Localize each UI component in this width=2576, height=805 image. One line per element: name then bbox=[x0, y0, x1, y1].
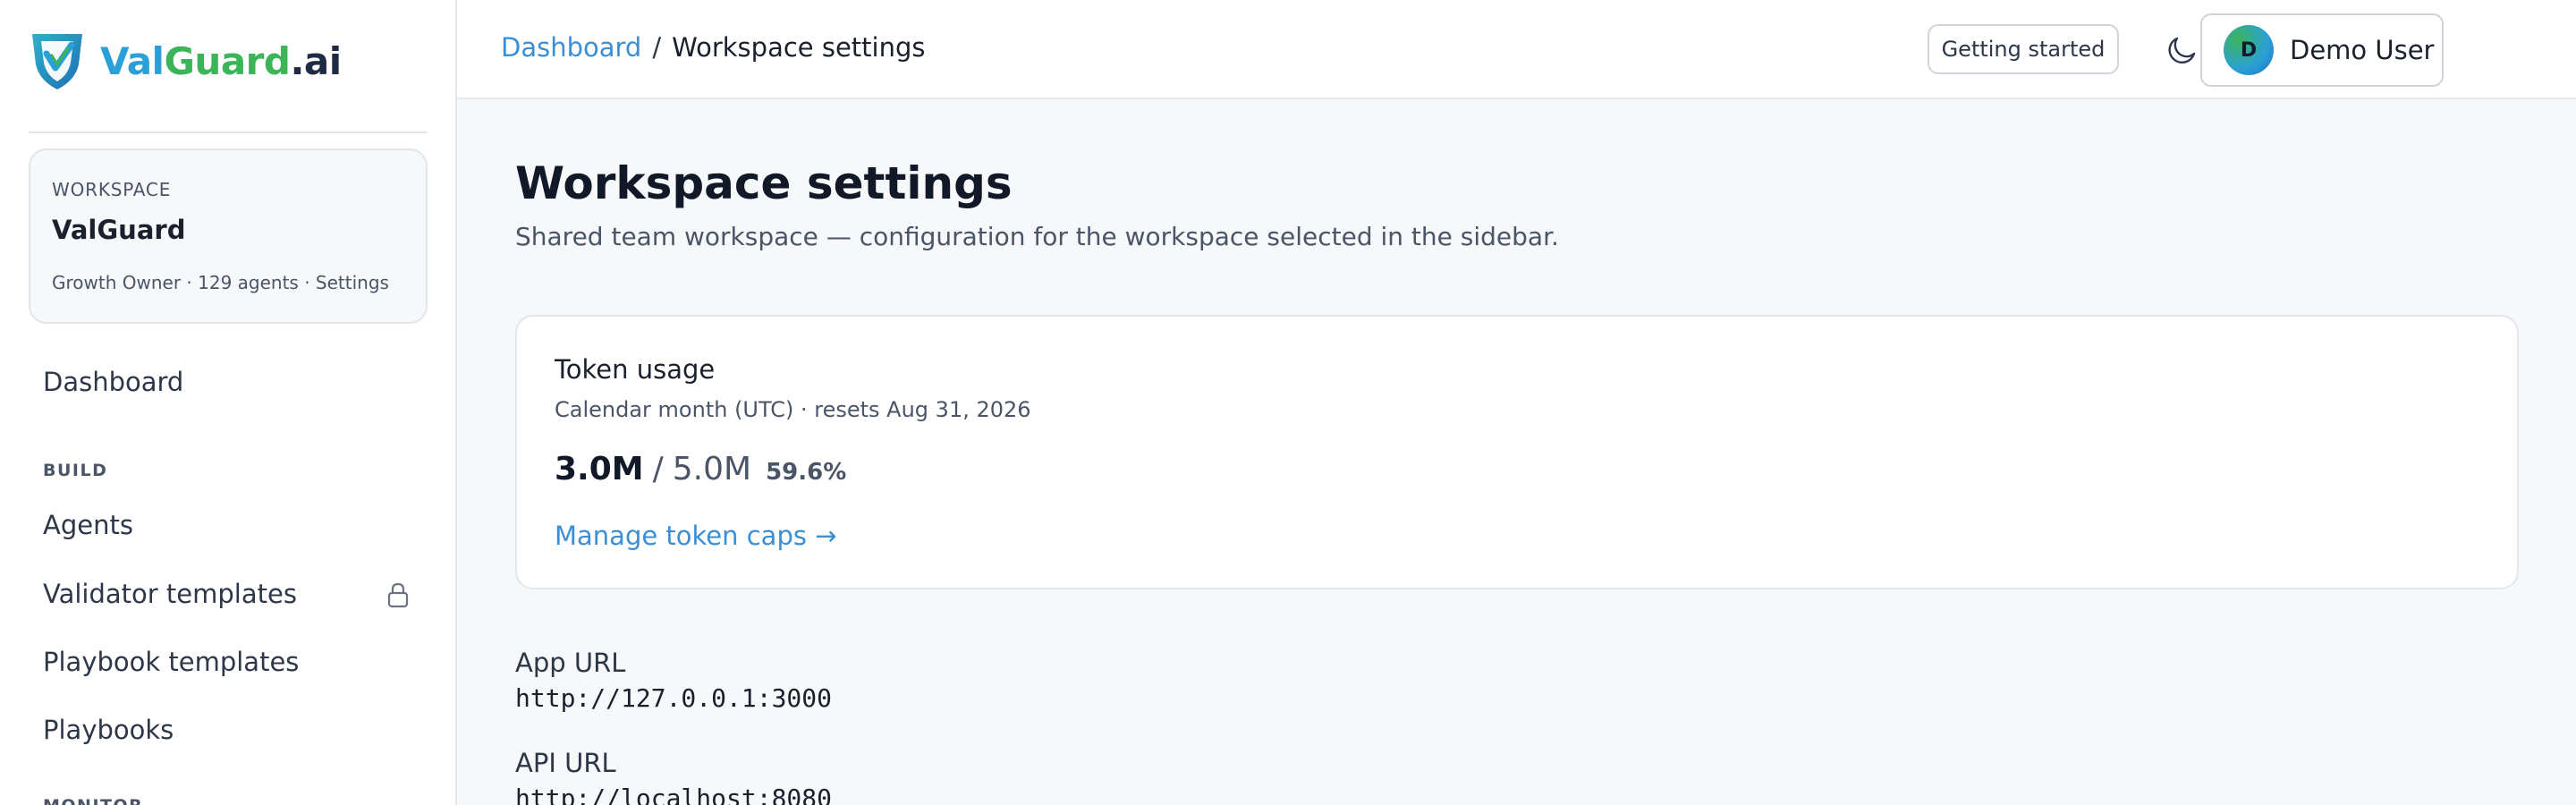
app-url-label: App URL bbox=[515, 648, 626, 678]
user-menu-button[interactable]: D Demo User bbox=[2200, 13, 2444, 87]
sidebar-item-playbook-templates[interactable]: Playbook templates bbox=[43, 647, 299, 677]
sidebar-item-validator-templates[interactable]: Validator templates bbox=[43, 579, 297, 609]
brand-divider bbox=[29, 131, 428, 133]
lock-icon bbox=[387, 582, 409, 608]
sidebar: ValGuard.ai WORKSPACE ValGuard Growth Ow… bbox=[0, 0, 457, 805]
sidebar-item-dashboard[interactable]: Dashboard bbox=[43, 367, 183, 397]
token-usage-limit: 5.0M bbox=[672, 451, 752, 487]
api-url-label: API URL bbox=[515, 748, 616, 778]
workspace-name: ValGuard bbox=[52, 215, 186, 245]
workspace-kicker: WORKSPACE bbox=[52, 179, 172, 200]
avatar: D bbox=[2224, 25, 2274, 75]
sidebar-section-build: BUILD bbox=[43, 461, 108, 480]
breadcrumb-dashboard-link[interactable]: Dashboard bbox=[501, 32, 641, 63]
token-usage-used: 3.0M bbox=[555, 451, 644, 487]
workspace-card[interactable]: WORKSPACE ValGuard Growth Owner · 129 ag… bbox=[29, 148, 428, 324]
user-name: Demo User bbox=[2290, 35, 2435, 65]
brand-name: ValGuard.ai bbox=[100, 38, 342, 83]
breadcrumb-separator: / bbox=[652, 32, 662, 63]
breadcrumb: Dashboard / Workspace settings bbox=[501, 32, 926, 63]
page-subtitle: Shared team workspace — configuration fo… bbox=[515, 222, 1559, 251]
moon-icon[interactable] bbox=[2165, 32, 2200, 68]
page-title: Workspace settings bbox=[515, 157, 1013, 209]
sidebar-item-playbooks[interactable]: Playbooks bbox=[43, 715, 174, 745]
brand-logo[interactable]: ValGuard.ai bbox=[27, 27, 342, 95]
sidebar-item-agents[interactable]: Agents bbox=[43, 510, 133, 540]
manage-token-caps-link[interactable]: Manage token caps → bbox=[555, 521, 836, 551]
token-usage-period: Calendar month (UTC) · resets Aug 31, 20… bbox=[555, 397, 1031, 422]
getting-started-button[interactable]: Getting started bbox=[1928, 24, 2119, 74]
token-usage-percent: 59.6% bbox=[766, 459, 847, 486]
token-usage-card: Token usage Calendar month (UTC) · reset… bbox=[515, 315, 2519, 589]
token-usage-summary: 3.0M / 5.0M 59.6% bbox=[555, 451, 846, 487]
app-url-value: http://127.0.0.1:3000 bbox=[515, 683, 833, 713]
token-usage-separator: / bbox=[652, 451, 664, 487]
token-usage-title: Token usage bbox=[555, 354, 716, 385]
sidebar-section-monitor: MONITOR bbox=[43, 796, 143, 805]
top-bar: Dashboard / Workspace settings Getting s… bbox=[457, 0, 2576, 99]
workspace-meta: Growth Owner · 129 agents · Settings bbox=[52, 272, 389, 293]
breadcrumb-current: Workspace settings bbox=[672, 32, 926, 63]
shield-check-icon bbox=[32, 34, 82, 89]
api-url-value: http://localhost:8080 bbox=[515, 784, 833, 805]
